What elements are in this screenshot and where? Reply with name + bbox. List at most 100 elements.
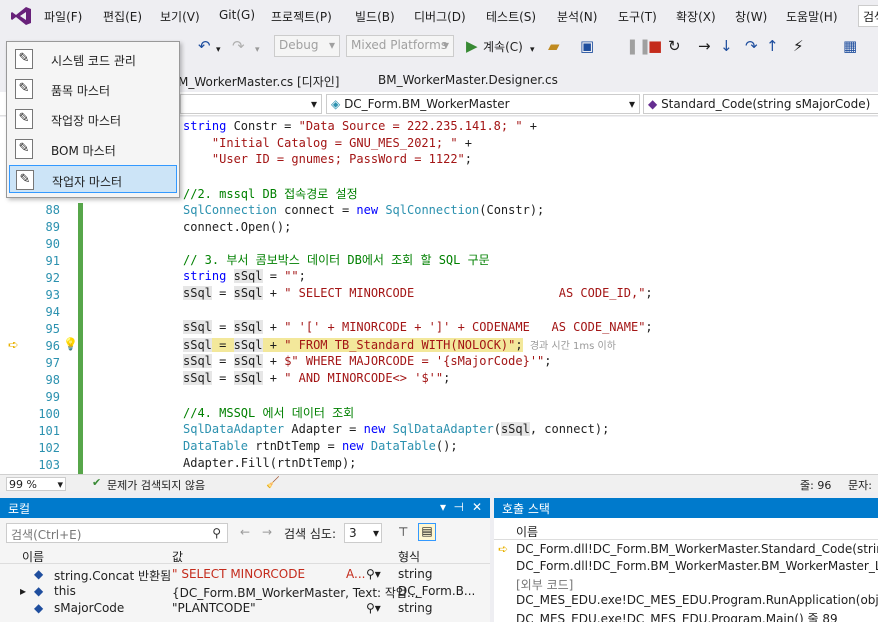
tab-designer-cs[interactable]: BM_WorkerMaster.Designer.cs xyxy=(370,70,566,92)
tab-design[interactable]: M_WorkerMaster.cs [디자인] xyxy=(170,70,347,92)
variable-type: DC_Form.B... xyxy=(398,584,476,598)
continue-icon[interactable]: ▶ xyxy=(466,38,478,54)
close-icon[interactable]: ✕ xyxy=(472,500,482,514)
locals-row[interactable]: ▸ ◆ this {DC_Form.BM_WorkerMaster, Text:… xyxy=(0,584,490,601)
menu-analyze[interactable]: 분석(N) xyxy=(557,8,597,25)
menu-file[interactable]: 파일(F) xyxy=(44,8,82,25)
menu-debug[interactable]: 디버그(D) xyxy=(414,8,466,25)
code-line: string Constr = "Data Source = 222.235.1… xyxy=(183,119,538,133)
menu-bar: 파일(F) 편집(E) 보기(V) Git(G) 프로젝트(P) 빌드(B) 디… xyxy=(0,0,878,32)
line-number: 98 xyxy=(45,373,60,387)
char-indicator[interactable]: 문자: xyxy=(848,477,872,493)
menu-project[interactable]: 프로젝트(P) xyxy=(271,8,332,25)
code-line: Adapter.Fill(rtnDtTemp); xyxy=(183,456,357,470)
search-depth-dropdown[interactable]: 3 ▾ xyxy=(344,523,382,543)
search-icon: ⚲ xyxy=(212,526,221,540)
menu-item-worker-master[interactable]: ✎ 작업자 마스터 xyxy=(9,165,177,193)
locals-search-input[interactable]: 검색(Ctrl+E) ⚲ xyxy=(6,523,228,543)
code-comment: //2. mssql DB 접속경로 설정 xyxy=(183,187,358,201)
menu-build[interactable]: 빌드(B) xyxy=(355,8,395,25)
project-dropdown[interactable]: ▾ xyxy=(180,94,322,114)
step-over-icon[interactable]: ↷ xyxy=(745,38,758,54)
hex-display-icon[interactable]: ▤ xyxy=(418,523,436,541)
menu-test[interactable]: 테스트(S) xyxy=(486,8,536,25)
layout-icon[interactable]: ▦ xyxy=(843,38,857,54)
camera-icon[interactable]: ▣ xyxy=(580,38,594,54)
pin-icon[interactable]: ⊣ xyxy=(454,500,464,514)
frame-label: DC_Form.dll!DC_Form.BM_WorkerMaster.Stan… xyxy=(516,542,878,556)
folder-icon[interactable]: ▰ xyxy=(548,38,560,54)
magnifier-icon[interactable]: ⚲▾ xyxy=(366,601,381,615)
menu-tools[interactable]: 도구(T) xyxy=(618,8,657,25)
code-line: connect.Open(); xyxy=(183,220,292,234)
cleanup-icon[interactable]: 🧹 xyxy=(266,476,280,489)
magnifier-icon[interactable]: ⚲▾ xyxy=(366,567,381,581)
menu-extensions[interactable]: 확장(X) xyxy=(676,8,716,25)
chevron-down-icon: ▾ xyxy=(442,38,449,52)
continue-button[interactable]: 계속(C) xyxy=(483,39,523,55)
edit-icon: ✎ xyxy=(15,49,33,69)
class-dropdown[interactable]: ◈ DC_Form.BM_WorkerMaster ▾ xyxy=(326,94,640,114)
chevron-down-icon: ▾ xyxy=(310,97,317,111)
line-number: 99 xyxy=(45,390,60,404)
frame-label: [외부 코드] xyxy=(516,578,574,592)
line-number: 97 xyxy=(45,356,60,370)
code-line: "Initial Catalog = GNU_MES_2021; " + xyxy=(211,136,472,150)
edit-icon: ✎ xyxy=(15,79,33,99)
callstack-row[interactable]: DC_Form.dll!DC_Form.BM_WorkerMaster.BM_W… xyxy=(494,559,878,576)
menu-edit[interactable]: 편집(E) xyxy=(103,8,142,25)
menu-item-bom-master[interactable]: ✎ BOM 마스터 xyxy=(9,135,177,163)
lightbulb-icon[interactable]: 💡 xyxy=(63,337,78,351)
column-header-name[interactable]: 이름 xyxy=(516,523,538,540)
platform-dropdown[interactable]: Mixed Platforms ▾ xyxy=(346,35,454,57)
show-next-statement-icon[interactable]: → xyxy=(698,38,711,54)
column-header-value[interactable]: 값 xyxy=(172,548,183,565)
restart-icon[interactable]: ↻ xyxy=(668,38,681,54)
issues-status[interactable]: 문제가 검색되지 않음 xyxy=(107,477,205,493)
search-box[interactable]: 검색 xyxy=(858,5,878,27)
chevron-down-icon[interactable]: ▾ xyxy=(440,500,446,514)
variable-type: string xyxy=(398,567,433,581)
expand-icon[interactable]: ▸ xyxy=(20,584,26,598)
forward-arrow-icon[interactable]: → xyxy=(262,525,272,539)
call-stack-panel: 호출 스택 이름 ➪ DC_Form.dll!DC_Form.BM_Worker… xyxy=(494,498,878,622)
column-header-type[interactable]: 형식 xyxy=(398,548,420,565)
chevron-down-icon: ▾ xyxy=(628,97,635,111)
code-comment: //4. MSSQL 에서 데이터 조회 xyxy=(183,406,355,420)
menu-item-system-code[interactable]: ✎ 시스템 코드 관리 xyxy=(9,45,177,73)
redo-icon[interactable]: ↷ xyxy=(232,38,245,54)
menu-help[interactable]: 도움말(H) xyxy=(786,8,838,25)
step-out-icon[interactable]: ↑ xyxy=(766,38,779,54)
variable-name: this xyxy=(54,584,76,598)
callstack-row[interactable]: DC_MES_EDU.exe!DC_MES_EDU.Program.Main()… xyxy=(494,610,878,622)
back-arrow-icon[interactable]: ← xyxy=(240,525,250,539)
callstack-row[interactable]: ➪ DC_Form.dll!DC_Form.BM_WorkerMaster.St… xyxy=(494,542,878,559)
menu-item-item-master[interactable]: ✎ 품목 마스터 xyxy=(9,75,177,103)
line-indicator[interactable]: 줄: 96 xyxy=(800,477,831,493)
menu-item-workcenter-master[interactable]: ✎ 작업장 마스터 xyxy=(9,105,177,133)
editor-status-bar: 99 % ▾ ✔ 문제가 검색되지 않음 🧹 줄: 96 문자: xyxy=(0,474,878,492)
config-dropdown[interactable]: Debug ▾ xyxy=(274,35,340,57)
member-dropdown[interactable]: ◆ Standard_Code(string sMajorCode) xyxy=(643,94,878,114)
redo-dropdown-icon[interactable]: ▾ xyxy=(255,42,260,58)
menu-view[interactable]: 보기(V) xyxy=(160,8,200,25)
step-into-icon[interactable]: ↓ xyxy=(720,38,733,54)
elapsed-time-hint[interactable]: 경과 시간 1ms 이하 xyxy=(530,341,616,352)
stop-icon[interactable]: ■ xyxy=(648,38,662,54)
menu-git[interactable]: Git(G) xyxy=(219,8,255,22)
column-header-name[interactable]: 이름 xyxy=(22,548,44,565)
locals-row[interactable]: ◆ sMajorCode "PLANTCODE" ⚲▾ string xyxy=(0,601,490,618)
callstack-row[interactable]: DC_MES_EDU.exe!DC_MES_EDU.Program.RunApp… xyxy=(494,593,878,610)
locals-row[interactable]: ◆ string.Concat 반환됨 " SELECT MINORCODE A… xyxy=(0,567,490,584)
diagnostic-icon[interactable]: ⚡ xyxy=(793,38,804,54)
zoom-dropdown[interactable]: 99 % ▾ xyxy=(6,477,66,491)
continue-dropdown-icon[interactable]: ▾ xyxy=(530,42,535,58)
menu-item-label: 시스템 코드 관리 xyxy=(51,54,136,68)
callstack-row[interactable]: [외부 코드] xyxy=(494,576,878,593)
menu-window[interactable]: 창(W) xyxy=(735,8,767,25)
undo-dropdown-icon[interactable]: ▾ xyxy=(216,42,221,58)
undo-icon[interactable]: ↶ xyxy=(198,38,211,54)
pin-column-icon[interactable]: ⊤ xyxy=(398,525,408,539)
line-number: 102 xyxy=(38,441,60,455)
line-number: 94 xyxy=(45,305,60,319)
